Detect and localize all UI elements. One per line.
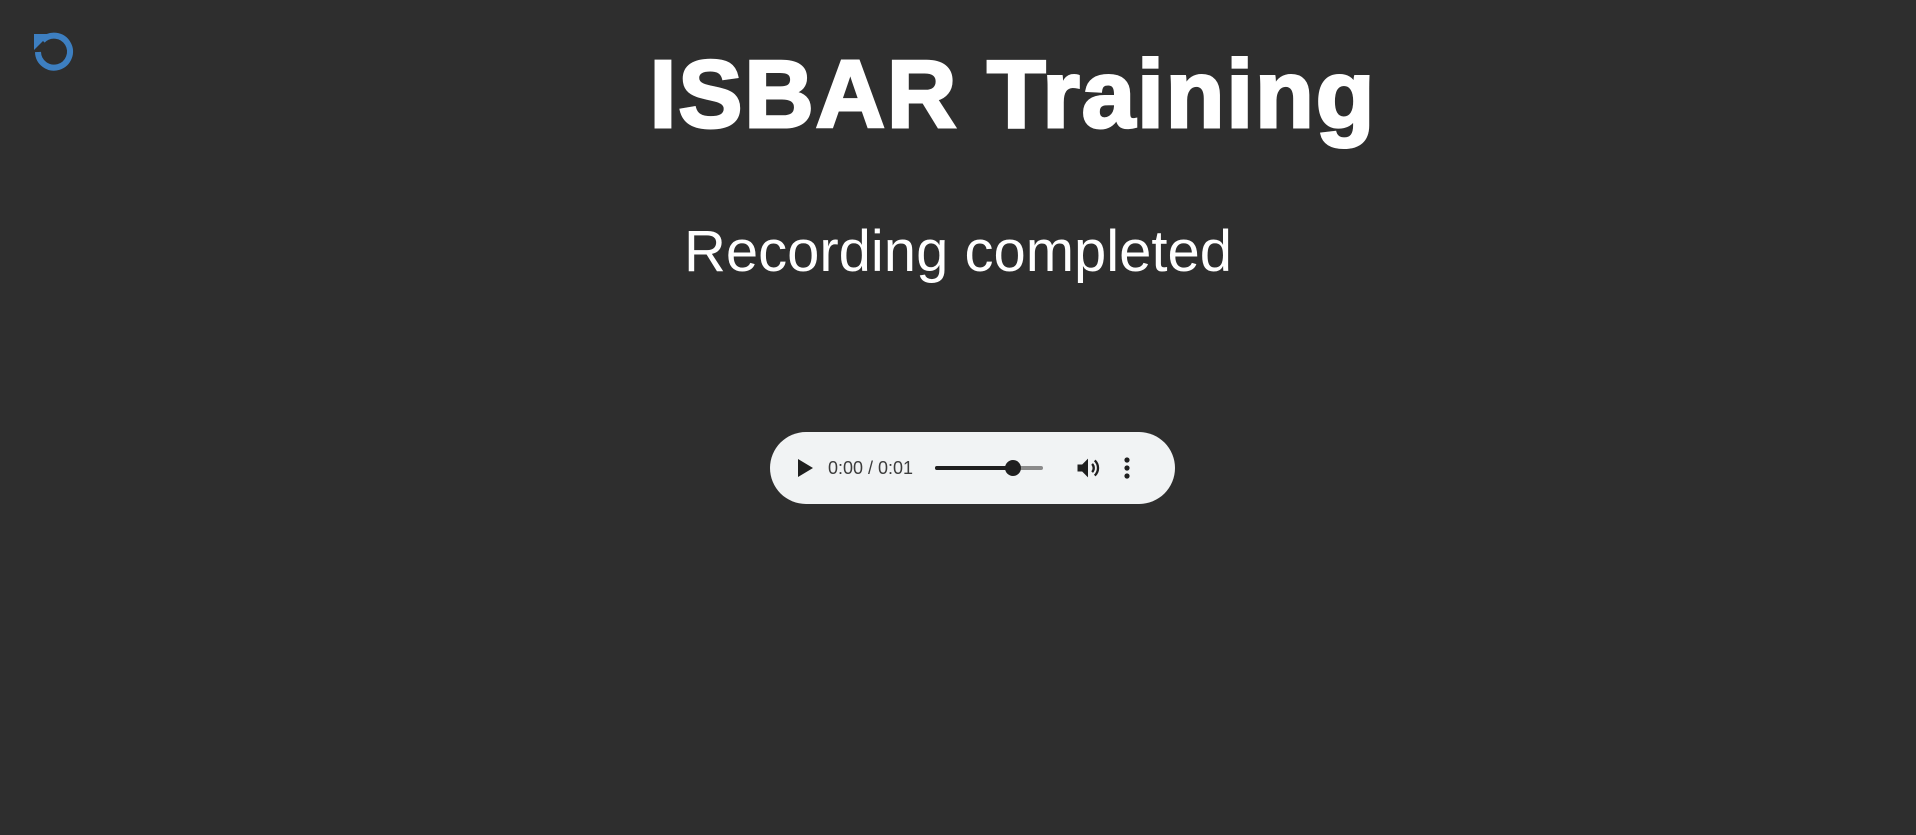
more-options-button[interactable]	[1117, 453, 1137, 483]
seek-progress	[935, 466, 1013, 470]
time-display: 0:00 / 0:01	[828, 457, 914, 478]
audio-player: 0:00 / 0:01	[770, 432, 1175, 504]
status-text: Recording completed	[683, 219, 1233, 284]
seek-slider[interactable]	[935, 460, 1044, 476]
play-button[interactable]	[792, 455, 818, 481]
page-title: ISBAR Training	[648, 40, 1377, 150]
volume-icon	[1077, 458, 1100, 478]
seek-thumb[interactable]	[1004, 460, 1021, 476]
play-icon	[798, 459, 813, 477]
more-vertical-icon	[1124, 457, 1130, 479]
volume-button[interactable]	[1073, 453, 1103, 483]
